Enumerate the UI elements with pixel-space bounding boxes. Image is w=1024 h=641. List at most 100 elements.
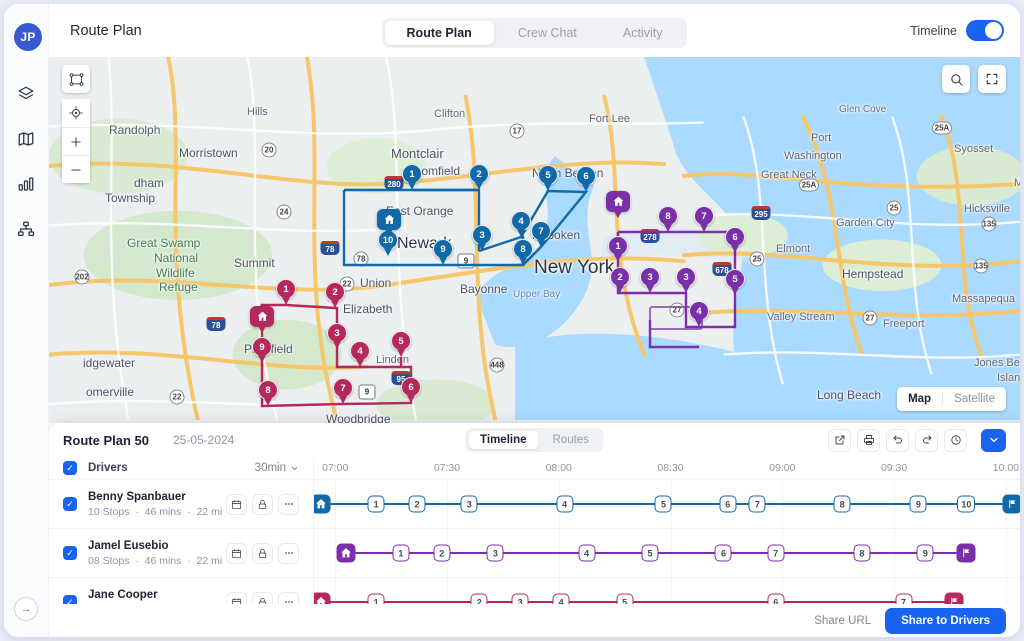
tab-route-plan[interactable]: Route Plan [384,21,494,45]
sidebar-expand-button[interactable]: → [14,597,38,621]
print-icon[interactable] [857,428,880,452]
timeline-start-home-icon[interactable] [336,543,356,563]
timeline-stop-node[interactable]: 1 [367,593,385,604]
draw-region-icon[interactable] [62,65,90,93]
route-stop-marker[interactable]: 2 [610,267,630,293]
timeline-stop-node[interactable]: 6 [767,593,785,604]
driver-checkbox[interactable]: ✓ [63,497,77,511]
timeline-stop-node[interactable]: 5 [616,593,634,604]
timeline-row[interactable]: 1 2 3 4 5 6 7 8 9 10 [314,480,1020,529]
route-home-marker[interactable] [377,209,401,236]
timeline-stop-node[interactable]: 8 [853,544,871,562]
timeline-stop-node[interactable]: 2 [408,495,426,513]
timeline-stop-node[interactable]: 2 [433,544,451,562]
export-icon[interactable] [828,428,851,452]
undo-icon[interactable] [886,428,909,452]
route-stop-marker[interactable]: 2 [469,164,489,190]
timeline-stop-node[interactable]: 4 [552,593,570,604]
route-home-marker[interactable] [250,306,274,333]
lock-icon[interactable] [252,542,273,564]
route-stop-marker[interactable]: 6 [725,227,745,253]
map-type-map[interactable]: Map [897,387,942,411]
timeline-stop-node[interactable]: 3 [486,544,504,562]
timeline-stop-node[interactable]: 4 [578,544,596,562]
route-stop-marker[interactable]: 5 [391,331,411,357]
route-stop-marker[interactable]: 1 [276,279,296,305]
lock-icon[interactable] [252,493,273,515]
fullscreen-icon[interactable] [978,65,1006,93]
timeline-stop-node[interactable]: 6 [714,544,732,562]
map-icon[interactable] [11,124,41,154]
route-stop-marker[interactable]: 7 [531,221,551,247]
driver-row[interactable]: ✓ Benny Spanbauer 10 Stops · 46 mins · 2… [49,480,313,529]
route-stop-marker[interactable]: 2 [325,282,345,308]
route-stop-marker[interactable]: 3 [472,225,492,251]
route-stop-marker[interactable]: 8 [258,380,278,406]
timeline-stop-node[interactable]: 7 [767,544,785,562]
route-stop-marker[interactable]: 3 [327,323,347,349]
more-options-icon[interactable] [278,542,299,564]
view-timeline[interactable]: Timeline [468,431,539,449]
hierarchy-icon[interactable] [11,214,41,244]
timeline-start-home-icon[interactable] [314,592,331,604]
timeline-row[interactable]: 1 2 3 4 5 6 7 8 9 [314,529,1020,578]
timeline-stop-node[interactable]: 7 [895,593,912,604]
timeline-stop-node[interactable]: 3 [460,495,478,513]
map-type-satellite[interactable]: Satellite [943,387,1006,411]
route-stop-marker[interactable]: 5 [538,165,558,191]
route-stop-marker[interactable]: 7 [694,206,714,232]
driver-row[interactable]: ✓ Jamel Eusebio 08 Stops · 46 mins · 22 … [49,529,313,578]
locate-icon[interactable] [62,99,90,127]
route-stop-marker[interactable]: 8 [513,239,533,265]
timeline-stop-node[interactable]: 1 [392,544,410,562]
analytics-icon[interactable] [11,169,41,199]
interval-selector[interactable]: 30min [255,462,299,474]
timeline-stop-node[interactable]: 10 [957,495,976,513]
map-markers[interactable]: 1 2 3 4 5 6 7 8 9 10 1 2 3 3 4 5 6 7 8 1 2 3 4 5 6 7 8 9 [49,57,1020,423]
chevron-down-icon[interactable] [981,428,1006,452]
timeline-end-flag-icon[interactable] [1002,494,1020,514]
search-icon[interactable] [942,65,970,93]
tab-crew-chat[interactable]: Crew Chat [496,21,599,45]
tab-activity[interactable]: Activity [601,21,685,45]
view-routes[interactable]: Routes [541,431,601,449]
route-home-marker[interactable] [606,191,630,218]
zoom-in-icon[interactable] [62,127,90,155]
timeline-stop-node[interactable]: 9 [916,544,934,562]
timeline-stop-node[interactable]: 9 [909,495,927,513]
timeline-stop-node[interactable]: 4 [556,495,574,513]
zoom-out-icon[interactable] [62,155,90,183]
timeline-start-home-icon[interactable] [314,494,331,514]
select-all-checkbox[interactable]: ✓ [63,461,77,475]
share-to-drivers-button[interactable]: Share to Drivers [885,607,1006,634]
calendar-icon[interactable] [226,493,247,515]
map-view[interactable]: Randolph Hills Clifton Fort Lee Glen Cove Mon… [49,57,1020,423]
timeline-stop-node[interactable]: 6 [719,495,737,513]
route-stop-marker[interactable]: 3 [640,267,660,293]
user-avatar[interactable]: JP [12,21,44,53]
redo-icon[interactable] [915,428,938,452]
route-stop-marker[interactable]: 5 [725,269,745,295]
route-stop-marker[interactable]: 1 [402,164,422,190]
timeline-stop-node[interactable]: 3 [511,593,529,604]
timeline-stop-node[interactable]: 5 [641,544,659,562]
timeline-end-flag-icon[interactable] [944,592,964,604]
route-stop-marker[interactable]: 1 [608,236,628,262]
timeline-row[interactable]: 1 2 3 4 5 6 7 [314,578,1020,604]
layers-icon[interactable] [11,79,41,109]
route-stop-marker[interactable]: 3 [676,267,696,293]
more-options-icon[interactable] [278,493,299,515]
history-icon[interactable] [944,428,967,452]
route-stop-marker[interactable]: 6 [576,166,596,192]
route-stop-marker[interactable]: 4 [350,341,370,367]
route-stop-marker[interactable]: 4 [689,301,709,327]
timeline-stop-node[interactable]: 8 [833,495,851,513]
route-stop-marker[interactable]: 4 [511,211,531,237]
share-url-link[interactable]: Share URL [814,615,871,627]
timeline-stop-node[interactable]: 1 [367,495,385,513]
route-stop-marker[interactable]: 9 [433,239,453,265]
timeline-stop-node[interactable]: 7 [748,495,766,513]
timeline-end-flag-icon[interactable] [956,543,976,563]
route-stop-marker[interactable]: 7 [333,378,353,404]
timeline-stop-node[interactable]: 2 [470,593,488,604]
